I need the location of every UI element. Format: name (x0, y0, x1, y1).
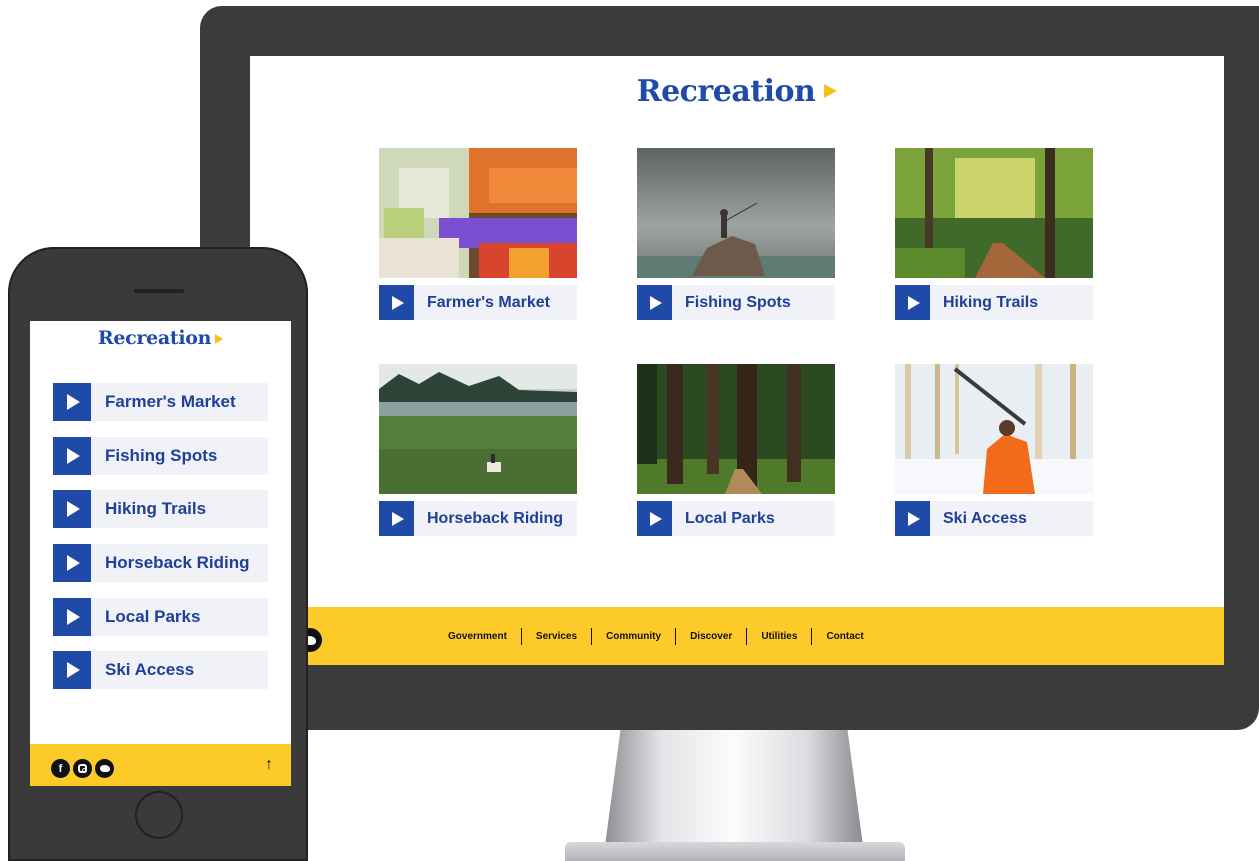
activity-label[interactable]: Local Parks (685, 510, 775, 528)
play-arrow-icon[interactable] (895, 285, 930, 320)
nav-link-contact[interactable]: Contact (826, 631, 863, 642)
activity-card-ski-access[interactable]: Ski Access (895, 364, 1093, 536)
back-to-top-icon[interactable]: ↑ (265, 756, 273, 774)
farmers-market-photo (379, 148, 577, 278)
phone-footer: f ↑ (30, 744, 291, 786)
nav-link-services[interactable]: Services (536, 631, 577, 642)
page-title: Recreation (30, 327, 291, 349)
activity-item-fishing-spots[interactable]: Fishing Spots (53, 437, 268, 475)
title-arrow-icon (215, 334, 224, 344)
page-title: Recreation (250, 74, 1224, 109)
nav-divider (520, 628, 522, 645)
activity-card-local-parks[interactable]: Local Parks (637, 364, 835, 536)
activity-label[interactable]: Horseback Riding (427, 510, 563, 528)
activity-card-fishing-spots[interactable]: Fishing Spots (637, 148, 835, 320)
activity-bar[interactable]: Horseback Riding (379, 501, 577, 536)
play-arrow-icon[interactable] (53, 544, 91, 582)
nav-link-utilities[interactable]: Utilities (761, 631, 797, 642)
activity-label[interactable]: Local Parks (105, 607, 200, 627)
activity-label[interactable]: Fishing Spots (105, 446, 217, 466)
nav-link-discover[interactable]: Discover (690, 631, 732, 642)
play-arrow-icon[interactable] (53, 437, 91, 475)
nav-link-community[interactable]: Community (606, 631, 661, 642)
activity-card-hiking-trails[interactable]: Hiking Trails (895, 148, 1093, 320)
play-arrow-icon[interactable] (53, 598, 91, 636)
facebook-icon[interactable]: f (51, 759, 70, 778)
phone-speaker (134, 289, 184, 293)
activity-bar[interactable]: Fishing Spots (637, 285, 835, 320)
activity-bar[interactable]: Hiking Trails (895, 285, 1093, 320)
activity-label[interactable]: Ski Access (105, 660, 194, 680)
nav-divider (811, 628, 813, 645)
play-arrow-icon[interactable] (637, 285, 672, 320)
nav-divider (591, 628, 593, 645)
hiking-trails-photo (895, 148, 1093, 278)
twitter-icon[interactable] (95, 759, 114, 778)
activity-bar[interactable]: Ski Access (895, 501, 1093, 536)
activity-label[interactable]: Farmer's Market (105, 392, 236, 412)
activity-item-farmers-market[interactable]: Farmer's Market (53, 383, 268, 421)
social-links: f (51, 759, 114, 778)
play-arrow-icon[interactable] (895, 501, 930, 536)
activity-label[interactable]: Farmer's Market (427, 294, 550, 312)
activity-label[interactable]: Horseback Riding (105, 553, 250, 573)
activity-label[interactable]: Hiking Trails (943, 294, 1038, 312)
activity-card-farmers-market[interactable]: Farmer's Market (379, 148, 577, 320)
play-arrow-icon[interactable] (379, 285, 414, 320)
ski-access-photo (895, 364, 1093, 494)
monitor-stand-base (565, 842, 905, 861)
footer-nav: Government Services Community Discover U… (448, 628, 864, 645)
device-mockup-stage: Recreation Farmer's Market Fishing Spots… (0, 0, 1259, 861)
desktop-screen: Recreation Farmer's Market Fishing Spots… (250, 56, 1224, 665)
nav-link-government[interactable]: Government (448, 631, 507, 642)
play-arrow-icon[interactable] (637, 501, 672, 536)
activity-item-horseback-riding[interactable]: Horseback Riding (53, 544, 268, 582)
activity-item-local-parks[interactable]: Local Parks (53, 598, 268, 636)
play-arrow-icon[interactable] (53, 490, 91, 528)
desktop-monitor: Recreation Farmer's Market Fishing Spots… (200, 6, 1259, 730)
activity-item-ski-access[interactable]: Ski Access (53, 651, 268, 689)
nav-divider (675, 628, 677, 645)
nav-divider (746, 628, 748, 645)
title-arrow-icon (824, 84, 838, 98)
horseback-riding-photo (379, 364, 577, 494)
instagram-icon[interactable] (73, 759, 92, 778)
local-parks-photo (637, 364, 835, 494)
play-arrow-icon[interactable] (53, 651, 91, 689)
monitor-stand-neck (605, 730, 863, 846)
desktop-footer: f Government Services Community Discover… (250, 607, 1224, 665)
activity-item-hiking-trails[interactable]: Hiking Trails (53, 490, 268, 528)
play-arrow-icon[interactable] (379, 501, 414, 536)
phone-device: Recreation Farmer's Market Fishing Spots… (8, 247, 308, 861)
activity-bar[interactable]: Farmer's Market (379, 285, 577, 320)
phone-home-button[interactable] (135, 791, 183, 839)
activity-label[interactable]: Fishing Spots (685, 294, 791, 312)
activity-card-horseback-riding[interactable]: Horseback Riding (379, 364, 577, 536)
play-arrow-icon[interactable] (53, 383, 91, 421)
activity-label[interactable]: Hiking Trails (105, 499, 206, 519)
fishing-spots-photo (637, 148, 835, 278)
activity-bar[interactable]: Local Parks (637, 501, 835, 536)
activity-label[interactable]: Ski Access (943, 510, 1027, 528)
phone-screen: Recreation Farmer's Market Fishing Spots… (30, 321, 291, 786)
